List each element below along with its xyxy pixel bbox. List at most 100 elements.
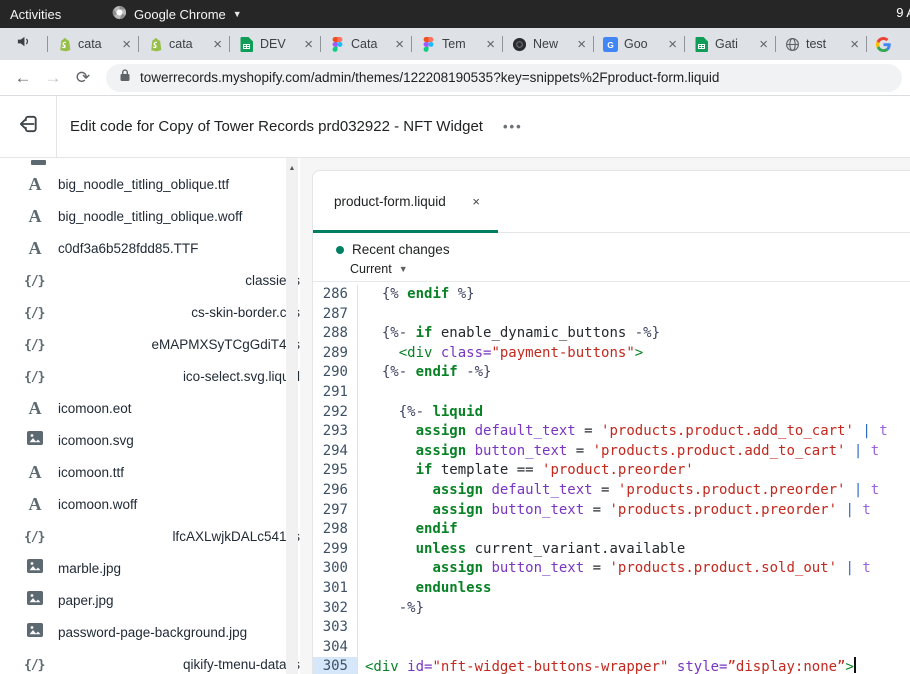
browser-tab[interactable]: GGoo× (593, 28, 684, 60)
font-file-icon: A (24, 463, 46, 481)
editor-area: product-form.liquid × Recent changes Cur… (300, 158, 910, 674)
file-name: paper.jpg (58, 593, 114, 608)
tab-close-icon[interactable]: × (577, 37, 586, 52)
browser-tab-label: DEV (260, 37, 298, 51)
browser-tab[interactable]: Gati× (684, 28, 775, 60)
code-line[interactable]: <div id="nft-widget-buttons-wrapper" sty… (365, 657, 910, 674)
code-line[interactable]: -%} (365, 599, 910, 619)
tab-close-icon[interactable]: × (472, 194, 480, 209)
code-line[interactable]: assign default_text = 'products.product.… (365, 481, 910, 501)
code-line[interactable]: assign default_text = 'products.product.… (365, 422, 910, 442)
code-line[interactable]: assign button_text = 'products.product.s… (365, 559, 910, 579)
line-number: 302 (313, 599, 357, 619)
scroll-up-icon[interactable]: ▲ (286, 158, 298, 172)
file-name: eMAPMXSyTCgGdiT4.js (151, 337, 300, 352)
line-number: 297 (313, 501, 357, 521)
browser-tab[interactable]: cata × (47, 28, 138, 60)
chevron-down-icon: ▼ (399, 264, 408, 274)
code-line[interactable]: {%- liquid (365, 403, 910, 423)
code-line[interactable]: {%- if enable_dynamic_buttons -%} (365, 324, 910, 344)
code-line[interactable]: endunless (365, 579, 910, 599)
app-menu-label: Google Chrome (134, 7, 226, 22)
browser-tab[interactable]: Tem× (411, 28, 502, 60)
file-list-item[interactable]: marble.jpg (0, 552, 300, 584)
code-lines[interactable]: {% endif %} {%- if enable_dynamic_button… (358, 285, 910, 674)
code-line[interactable]: assign button_text = 'products.product.p… (365, 501, 910, 521)
code-line[interactable] (365, 305, 910, 325)
code-line[interactable] (365, 638, 910, 658)
code-editor[interactable]: 2862872882892902912922932942952962972982… (313, 282, 910, 674)
code-line[interactable] (365, 383, 910, 403)
file-list-item[interactable]: paper.jpg (0, 584, 300, 616)
file-list-item[interactable]: {/}cs-skin-border.css (0, 296, 300, 328)
file-list: Abig_noodle_titling_oblique.ttfAbig_nood… (0, 158, 300, 674)
audio-indicator[interactable] (0, 28, 47, 60)
file-list-item[interactable]: Aicomoon.woff (0, 488, 300, 520)
sidebar-scrollbar[interactable]: ▲ (286, 158, 298, 674)
tab-close-icon[interactable]: × (850, 37, 859, 52)
browser-tab[interactable]: DEV × (229, 28, 320, 60)
activities-button[interactable]: Activities (10, 7, 61, 22)
file-list-item[interactable]: Ac0df3a6b528fdd85.TTF (0, 232, 300, 264)
line-number: 305 (313, 657, 357, 674)
browser-tab[interactable] (866, 28, 910, 60)
file-list-item[interactable]: Abig_noodle_titling_oblique.woff (0, 200, 300, 232)
browser-tab-label: cata (169, 37, 207, 51)
file-list-item[interactable]: Abig_noodle_titling_oblique.ttf (0, 168, 300, 200)
tab-close-icon[interactable]: × (486, 37, 495, 52)
tab-close-icon[interactable]: × (122, 37, 131, 52)
file-list-item[interactable]: Aicomoon.ttf (0, 456, 300, 488)
line-number: 298 (313, 520, 357, 540)
file-list-item[interactable]: {/}ico-select.svg.liquid (0, 360, 300, 392)
file-list-item[interactable]: {/}classie.js (0, 264, 300, 296)
back-icon[interactable]: ← (8, 68, 38, 88)
version-dropdown[interactable]: Current ▼ (350, 262, 408, 276)
editor-tab-label: product-form.liquid (334, 194, 446, 209)
file-list-item[interactable]: password-page-background.jpg (0, 616, 300, 648)
code-line[interactable]: endif (365, 520, 910, 540)
browser-tab-label: cata (78, 37, 116, 51)
font-file-icon: A (24, 207, 46, 225)
code-line[interactable]: assign button_text = 'products.product.a… (365, 442, 910, 462)
file-list-item[interactable]: {/}qikify-tmenu-data.js (0, 648, 300, 674)
code-file-icon: {/} (24, 653, 171, 674)
code-line[interactable]: if template == 'product.preorder' (365, 461, 910, 481)
file-name: icomoon.woff (58, 497, 137, 512)
app-menu[interactable]: Google Chrome ▼ (112, 5, 242, 23)
browser-tab[interactable]: cata × (138, 28, 229, 60)
image-file-icon (24, 622, 46, 642)
exit-code-editor-button[interactable] (0, 96, 57, 157)
version-label: Current (350, 262, 392, 276)
file-list-item[interactable]: Aicomoon.eot (0, 392, 300, 424)
tab-close-icon[interactable]: × (668, 37, 677, 52)
forward-icon[interactable]: → (38, 68, 68, 88)
line-number: 295 (313, 461, 357, 481)
tab-close-icon[interactable]: × (395, 37, 404, 52)
more-actions-button[interactable]: ••• (503, 119, 523, 134)
sheets-favicon-icon (693, 36, 709, 52)
code-line[interactable]: unless current_variant.available (365, 540, 910, 560)
editor-tab-product-form[interactable]: product-form.liquid × (313, 171, 498, 232)
code-file-icon: {/} (24, 301, 179, 324)
tab-close-icon[interactable]: × (213, 37, 222, 52)
file-list-item[interactable]: icomoon.svg (0, 424, 300, 456)
code-line[interactable] (365, 618, 910, 638)
tab-close-icon[interactable]: × (759, 37, 768, 52)
image-file-icon (24, 430, 46, 450)
system-bar: Activities Google Chrome ▼ 9 A (0, 0, 910, 28)
code-file-icon: {/} (24, 269, 233, 292)
browser-tab[interactable]: Cata× (320, 28, 411, 60)
url-text: towerrecords.myshopify.com/admin/themes/… (140, 70, 719, 85)
tab-close-icon[interactable]: × (304, 37, 313, 52)
browser-toolbar: ← → ⟳ towerrecords.myshopify.com/admin/t… (0, 60, 910, 96)
code-line[interactable]: {%- endif -%} (365, 363, 910, 383)
browser-tab[interactable]: New× (502, 28, 593, 60)
browser-tab[interactable]: test× (775, 28, 866, 60)
code-line[interactable]: <div class="payment-buttons"> (365, 344, 910, 364)
reload-icon[interactable]: ⟳ (68, 68, 98, 88)
file-list-item[interactable]: {/}lfcAXLwjkDALc541.js (0, 520, 300, 552)
code-line[interactable]: {% endif %} (365, 285, 910, 305)
file-list-item[interactable]: {/}eMAPMXSyTCgGdiT4.js (0, 328, 300, 360)
address-bar[interactable]: towerrecords.myshopify.com/admin/themes/… (106, 64, 902, 92)
lock-icon (119, 68, 131, 87)
